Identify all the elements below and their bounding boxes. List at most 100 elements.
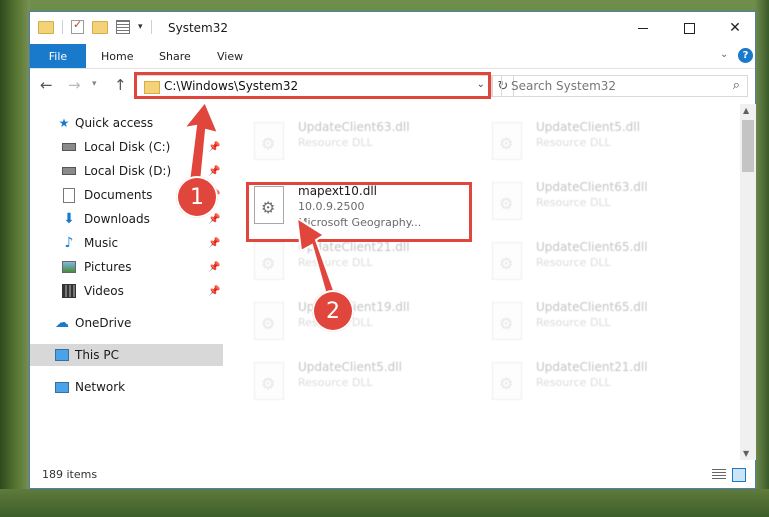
step-badge-1: 1 [176, 176, 218, 218]
tab-view[interactable]: View [217, 44, 243, 68]
vertical-scrollbar[interactable]: ▲ ▼ [740, 104, 756, 460]
dll-file-icon [492, 182, 522, 220]
sidebar-item-local-disk-c[interactable]: Local Disk (C:) 📌 [30, 136, 223, 158]
desktop-background-right [755, 0, 769, 517]
file-type: Resource DLL [536, 256, 611, 269]
pin-icon[interactable]: 📌 [208, 166, 220, 177]
pictures-icon [62, 260, 76, 274]
dll-file-icon [492, 362, 522, 400]
desktop-background-left [0, 0, 30, 517]
pin-icon[interactable]: 📌 [208, 238, 220, 249]
up-arrow-icon[interactable]: ↑ [114, 76, 127, 94]
customize-icon[interactable] [116, 20, 130, 34]
sidebar-item-network[interactable]: Network [30, 376, 223, 398]
recent-locations-icon[interactable]: ▾ [92, 79, 97, 89]
sidebar-item-quick-access[interactable]: ★ Quick access [30, 112, 223, 134]
file-type: Resource DLL [536, 136, 611, 149]
help-icon[interactable]: ? [738, 48, 753, 63]
properties-check-icon[interactable] [71, 18, 84, 34]
details-view-icon[interactable] [712, 469, 726, 481]
large-icons-view-icon[interactable] [732, 468, 746, 482]
sidebar-item-this-pc[interactable]: This PC [30, 344, 223, 366]
maximize-icon [683, 22, 695, 34]
sidebar-item-videos[interactable]: Videos 📌 [30, 280, 223, 302]
file-item[interactable]: UpdateClient65.dll Resource DLL [490, 300, 715, 354]
dll-file-icon [254, 302, 284, 340]
toolbar-divider [150, 20, 152, 34]
window-title: System32 [168, 21, 229, 35]
computer-icon [55, 348, 69, 362]
scroll-down-icon[interactable]: ▼ [743, 449, 749, 458]
file-type: Resource DLL [298, 136, 373, 149]
expand-ribbon-icon[interactable]: ⌄ [720, 49, 728, 60]
file-item[interactable]: UpdateClient21.dll Resource DLL [490, 360, 715, 414]
file-item[interactable]: UpdateClient19.dll Resource DLL [252, 300, 477, 354]
file-name: UpdateClient5.dll [298, 360, 402, 374]
dll-file-icon [254, 242, 284, 280]
download-icon: ⬇ [63, 211, 75, 227]
sidebar-item-label: This PC [75, 348, 119, 362]
minimize-button[interactable] [620, 12, 666, 44]
dll-file-icon [492, 122, 522, 160]
customize-arrow-icon[interactable]: ▾ [138, 22, 143, 32]
title-bar: ▾ System32 ✕ [30, 12, 755, 44]
pin-icon[interactable]: 📌 [208, 214, 220, 225]
network-icon [55, 380, 69, 394]
dll-file-icon [254, 122, 284, 160]
pin-icon[interactable]: 📌 [208, 262, 220, 273]
sidebar-item-label: Documents [84, 188, 153, 202]
sidebar-item-music[interactable]: ♪ Music 📌 [30, 232, 223, 254]
drive-icon [62, 140, 76, 154]
sidebar-item-onedrive[interactable]: ☁ OneDrive [30, 312, 223, 334]
tab-home[interactable]: Home [101, 44, 133, 68]
pin-icon[interactable]: 📌 [208, 142, 220, 153]
sidebar-item-label: Local Disk (D:) [84, 164, 172, 178]
sidebar-item-label: Videos [84, 284, 124, 298]
navigation-bar: ← → ▾ ↑ C:\Windows\System32 ⌄ ↻ Search S… [30, 69, 755, 103]
dll-file-icon [254, 362, 284, 400]
new-folder-icon[interactable] [92, 20, 108, 34]
file-item[interactable]: UpdateClient5.dll Resource DLL [490, 120, 715, 174]
sidebar-item-label: OneDrive [75, 316, 132, 330]
search-placeholder: Search System32 [511, 79, 617, 93]
file-item[interactable]: UpdateClient63.dll Resource DLL [490, 180, 715, 234]
sidebar-item-label: Quick access [75, 116, 154, 130]
file-item[interactable]: UpdateClient5.dll Resource DLL [252, 360, 477, 414]
scroll-up-icon[interactable]: ▲ [743, 106, 749, 115]
back-arrow-icon[interactable]: ← [40, 76, 53, 94]
file-highlight [246, 182, 472, 242]
close-icon: ✕ [729, 20, 741, 36]
file-type: Resource DLL [536, 316, 611, 329]
toolbar-divider [62, 20, 63, 34]
desktop-background-bottom [0, 489, 769, 517]
file-item[interactable]: UpdateClient21.dll Resource DLL [252, 240, 477, 294]
sidebar-item-label: Local Disk (C:) [84, 140, 171, 154]
music-icon: ♪ [64, 235, 74, 251]
search-input[interactable]: Search System32 ⌕ [501, 75, 748, 97]
file-name: UpdateClient21.dll [536, 360, 648, 374]
file-type: Resource DLL [298, 256, 373, 269]
forward-arrow-icon[interactable]: → [68, 76, 81, 94]
file-list: UpdateClient63.dll Resource DLL mapext10… [226, 104, 740, 460]
file-name: UpdateClient65.dll [536, 300, 648, 314]
dll-file-icon [492, 302, 522, 340]
scrollbar-thumb[interactable] [742, 120, 754, 172]
close-button[interactable]: ✕ [712, 12, 758, 44]
quick-access-toolbar: ▾ [38, 18, 152, 34]
minimize-icon [638, 27, 648, 29]
dll-file-icon [492, 242, 522, 280]
file-name: UpdateClient5.dll [536, 120, 640, 134]
sidebar-item-pictures[interactable]: Pictures 📌 [30, 256, 223, 278]
file-item[interactable]: UpdateClient63.dll Resource DLL [252, 120, 477, 174]
sidebar-item-label: Network [75, 380, 126, 394]
sidebar-item-label: Downloads [84, 212, 150, 226]
ribbon: File Home Share View ⌄ ? [30, 44, 755, 69]
file-item[interactable]: UpdateClient65.dll Resource DLL [490, 240, 715, 294]
pin-icon[interactable]: 📌 [208, 286, 220, 297]
file-type: Resource DLL [536, 196, 611, 209]
folder-icon [38, 20, 54, 34]
tab-file[interactable]: File [30, 44, 86, 68]
maximize-button[interactable] [666, 12, 712, 44]
file-name: UpdateClient63.dll [298, 120, 410, 134]
tab-share[interactable]: Share [159, 44, 191, 68]
